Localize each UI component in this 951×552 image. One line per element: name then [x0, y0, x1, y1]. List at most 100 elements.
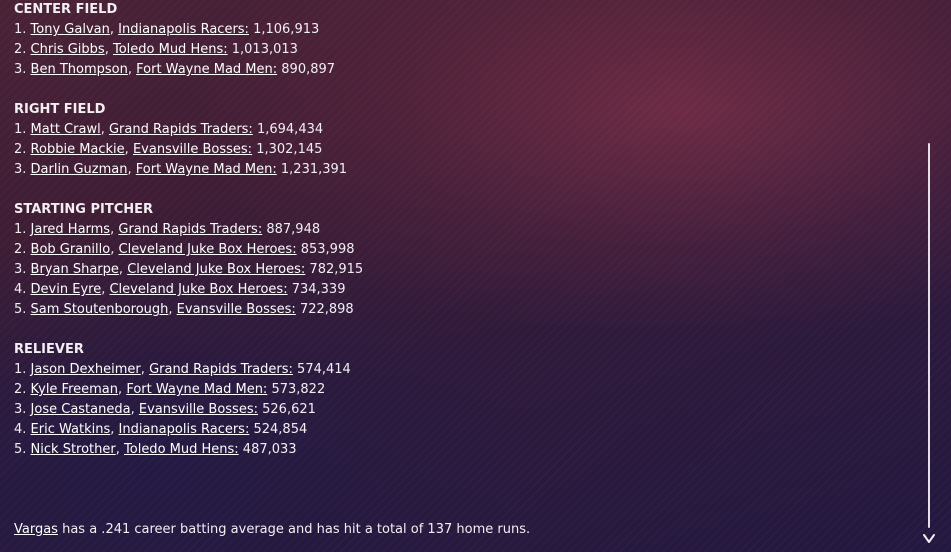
separator: , — [110, 242, 115, 257]
vote-count: 887,948 — [266, 222, 321, 237]
rank: 3. — [14, 402, 27, 417]
list-item: 5. Nick Strother, Toledo Mud Hens: 487,0… — [14, 440, 914, 460]
team-link[interactable]: Evansville Bosses: — [177, 302, 296, 317]
rank: 1. — [14, 122, 27, 137]
section-center-field: CENTER FIELD 1. Tony Galvan, Indianapoli… — [14, 0, 914, 80]
rank: 3. — [14, 162, 27, 177]
player-link[interactable]: Bob Granillo — [31, 242, 111, 257]
team-link[interactable]: Toledo Mud Hens: — [113, 42, 228, 57]
team-link[interactable]: Toledo Mud Hens: — [124, 442, 239, 457]
team-link[interactable]: Cleveland Juke Box Heroes: — [119, 242, 297, 257]
list-item: 2. Bob Granillo, Cleveland Juke Box Hero… — [14, 240, 914, 260]
section-title: RELIEVER — [14, 342, 84, 357]
player-link[interactable]: Robbie Mackie — [31, 142, 125, 157]
rank: 2. — [14, 42, 27, 57]
vote-count: 487,033 — [242, 442, 297, 457]
section-title: CENTER FIELD — [14, 2, 118, 17]
separator: , — [101, 282, 106, 297]
vote-count: 573,822 — [271, 382, 326, 397]
vote-count: 526,621 — [262, 402, 316, 417]
player-link[interactable]: Jose Castaneda — [31, 402, 131, 417]
all-star-voting-list: CENTER FIELD 1. Tony Galvan, Indianapoli… — [14, 0, 914, 460]
separator: , — [124, 142, 129, 157]
team-link[interactable]: Indianapolis Racers: — [118, 22, 249, 37]
vote-count: 1,302,145 — [256, 142, 323, 157]
separator: , — [168, 302, 173, 317]
list-item: 1. Jared Harms, Grand Rapids Traders: 88… — [14, 220, 914, 240]
vote-count: 734,339 — [291, 282, 346, 297]
list-item: 2. Chris Gibbs, Toledo Mud Hens: 1,013,0… — [14, 40, 914, 60]
separator: , — [127, 162, 132, 177]
player-link[interactable]: Eric Watkins — [31, 422, 111, 437]
list-item: 5. Sam Stoutenborough, Evansville Bosses… — [14, 300, 914, 320]
vote-count: 524,854 — [253, 422, 308, 437]
scrollbar-thumb[interactable] — [928, 143, 930, 528]
player-link[interactable]: Vargas — [14, 522, 58, 537]
player-link[interactable]: Matt Crawl — [31, 122, 101, 137]
rank: 1. — [14, 22, 27, 37]
rank: 1. — [14, 362, 27, 377]
team-link[interactable]: Evansville Bosses: — [139, 402, 258, 417]
rank: 4. — [14, 422, 27, 437]
player-summary-text: Vargas has a .241 career batting average… — [14, 520, 530, 540]
section-right-field: RIGHT FIELD 1. Matt Crawl, Grand Rapids … — [14, 100, 914, 180]
separator: , — [109, 22, 114, 37]
team-link[interactable]: Evansville Bosses: — [133, 142, 252, 157]
player-link[interactable]: Ben Thompson — [31, 62, 128, 77]
separator: , — [110, 222, 115, 237]
rank: 1. — [14, 222, 27, 237]
player-link[interactable]: Nick Strother — [31, 442, 116, 457]
player-link[interactable]: Jared Harms — [31, 222, 111, 237]
list-item: 1. Matt Crawl, Grand Rapids Traders: 1,6… — [14, 120, 914, 140]
vote-count: 853,998 — [300, 242, 355, 257]
team-link[interactable]: Cleveland Juke Box Heroes: — [109, 282, 287, 297]
list-item: 2. Robbie Mackie, Evansville Bosses: 1,3… — [14, 140, 914, 160]
team-link[interactable]: Fort Wayne Mad Men: — [136, 162, 277, 177]
list-item: 2. Kyle Freeman, Fort Wayne Mad Men: 573… — [14, 380, 914, 400]
list-item: 3. Darlin Guzman, Fort Wayne Mad Men: 1,… — [14, 160, 914, 180]
team-link[interactable]: Grand Rapids Traders: — [109, 122, 253, 137]
list-item: 3. Bryan Sharpe, Cleveland Juke Box Hero… — [14, 260, 914, 280]
vote-count: 722,898 — [299, 302, 354, 317]
rank: 2. — [14, 242, 27, 257]
team-link[interactable]: Indianapolis Racers: — [119, 422, 250, 437]
list-item: 1. Tony Galvan, Indianapolis Racers: 1,1… — [14, 20, 914, 40]
separator: , — [110, 422, 115, 437]
player-link[interactable]: Chris Gibbs — [31, 42, 105, 57]
player-link[interactable]: Sam Stoutenborough — [31, 302, 169, 317]
player-link[interactable]: Jason Dexheimer — [31, 362, 141, 377]
team-link[interactable]: Cleveland Juke Box Heroes: — [127, 262, 305, 277]
list-item: 3. Jose Castaneda, Evansville Bosses: 52… — [14, 400, 914, 420]
separator: , — [115, 442, 120, 457]
team-link[interactable]: Fort Wayne Mad Men: — [136, 62, 277, 77]
vote-count: 1,694,434 — [256, 122, 324, 137]
rank: 5. — [14, 442, 27, 457]
separator: , — [127, 62, 132, 77]
vote-count: 1,013,013 — [231, 42, 298, 57]
section-starting-pitcher: STARTING PITCHER 1. Jared Harms, Grand R… — [14, 200, 914, 320]
team-link[interactable]: Grand Rapids Traders: — [149, 362, 293, 377]
chevron-down-icon[interactable] — [922, 530, 936, 544]
scrollbar[interactable] — [928, 0, 930, 528]
player-link[interactable]: Devin Eyre — [31, 282, 102, 297]
section-title: STARTING PITCHER — [14, 202, 154, 217]
separator: , — [130, 402, 135, 417]
vote-count: 574,414 — [297, 362, 351, 377]
player-link[interactable]: Kyle Freeman — [31, 382, 118, 397]
section-title: RIGHT FIELD — [14, 102, 106, 117]
player-link[interactable]: Darlin Guzman — [31, 162, 128, 177]
team-link[interactable]: Grand Rapids Traders: — [118, 222, 262, 237]
player-link[interactable]: Bryan Sharpe — [31, 262, 119, 277]
rank: 2. — [14, 142, 27, 157]
separator: , — [118, 262, 124, 277]
list-item: 3. Ben Thompson, Fort Wayne Mad Men: 890… — [14, 60, 914, 80]
rank: 3. — [14, 262, 27, 277]
section-reliever: RELIEVER 1. Jason Dexheimer, Grand Rapid… — [14, 340, 914, 460]
player-link[interactable]: Tony Galvan — [31, 22, 110, 37]
rank: 4. — [14, 282, 27, 297]
team-link[interactable]: Fort Wayne Mad Men: — [126, 382, 267, 397]
list-item: 4. Eric Watkins, Indianapolis Racers: 52… — [14, 420, 914, 440]
separator: , — [100, 122, 105, 137]
